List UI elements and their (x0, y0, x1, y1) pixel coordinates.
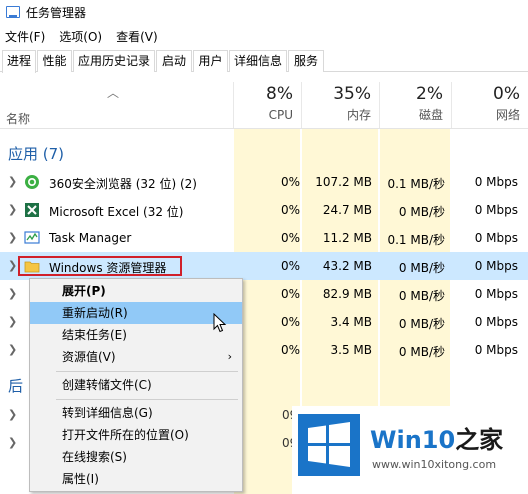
menu-item-goto-details[interactable]: 转到详细信息(G) (30, 402, 242, 424)
tab-processes[interactable]: 进程 (2, 50, 36, 73)
network-value: 0 Mbps (474, 343, 518, 357)
sort-up-icon[interactable]: ︿ (107, 84, 119, 101)
table-row[interactable]: ❯ 360安全浏览器 (32 位) (2) 0% 107.2 MB 0.1 MB… (0, 168, 528, 196)
memory-value: 43.2 MB (322, 259, 372, 273)
menu-bar: 文件(F) 选项(O) 查看(V) (0, 26, 172, 46)
menu-item-open-location[interactable]: 打开文件所在的位置(O) (30, 424, 242, 446)
process-name: Microsoft Excel (32 位) (49, 205, 184, 219)
network-value: 0 Mbps (474, 315, 518, 329)
disk-value: 0.1 MB/秒 (387, 233, 445, 247)
menu-separator (56, 371, 238, 372)
network-label: 网络 (495, 108, 520, 122)
network-value: 0 Mbps (474, 287, 518, 301)
task-manager-icon (24, 231, 40, 244)
cpu-value: 0% (280, 231, 300, 245)
menu-options[interactable]: 选项(O) (59, 28, 102, 45)
menu-file[interactable]: 文件(F) (5, 28, 45, 45)
network-value: 0 Mbps (474, 175, 518, 189)
disk-value: 0.1 MB/秒 (387, 177, 445, 191)
menu-view[interactable]: 查看(V) (116, 28, 158, 45)
tab-services[interactable]: 服务 (288, 50, 324, 72)
cpu-label: CPU (268, 108, 293, 122)
context-menu: 展开(P) 重新启动(R) 结束任务(E) 资源值(V) › 创建转储文件(C)… (29, 278, 243, 492)
menu-item-search-online[interactable]: 在线搜索(S) (30, 446, 242, 468)
tab-strip: 进程 性能 应用历史记录 启动 用户 详细信息 服务 (0, 50, 528, 73)
memory-value: 82.9 MB (322, 287, 372, 301)
chevron-right-icon[interactable]: ❯ (8, 408, 17, 421)
360-browser-icon (25, 175, 39, 189)
disk-value: 0 MB/秒 (398, 289, 445, 303)
memory-value: 3.5 MB (330, 343, 372, 357)
tab-performance[interactable]: 性能 (37, 50, 72, 72)
memory-value: 24.7 MB (322, 203, 372, 217)
network-value: 0 Mbps (474, 259, 518, 273)
chevron-right-icon[interactable]: ❯ (8, 343, 17, 356)
submenu-arrow-icon: › (227, 350, 232, 363)
mouse-cursor-icon (213, 313, 227, 333)
windows-logo-icon (298, 414, 360, 476)
disk-label: 磁盘 (418, 108, 443, 122)
cpu-value: 0% (280, 287, 300, 301)
tab-app-history[interactable]: 应用历史记录 (73, 50, 155, 72)
menu-item-restart[interactable]: 重新启动(R) (30, 302, 242, 324)
memory-value: 107.2 MB (315, 175, 372, 189)
column-header-network[interactable]: 0% 网络 (451, 82, 528, 128)
header-divider (0, 128, 528, 129)
watermark-url: www.win10xitong.com (372, 458, 497, 471)
menu-item-properties[interactable]: 属性(I) (30, 468, 242, 490)
chevron-right-icon[interactable]: ❯ (8, 231, 17, 244)
disk-value: 0 MB/秒 (398, 345, 445, 359)
cpu-value: 0% (280, 175, 300, 189)
process-name: Task Manager (49, 231, 132, 245)
chevron-right-icon[interactable]: ❯ (8, 259, 17, 272)
menu-separator (56, 399, 238, 400)
disk-value: 0 MB/秒 (398, 317, 445, 331)
menu-item-expand[interactable]: 展开(P) (30, 280, 242, 302)
process-name: 360安全浏览器 (32 位) (2) (49, 177, 197, 191)
watermark-logo: Win10之家 www.win10xitong.com (292, 406, 528, 494)
cpu-value: 0% (280, 203, 300, 217)
disk-value: 0 MB/秒 (398, 261, 445, 275)
menu-item-create-dump[interactable]: 创建转储文件(C) (30, 374, 242, 396)
chevron-right-icon[interactable]: ❯ (8, 436, 17, 449)
disk-value: 0 MB/秒 (398, 205, 445, 219)
menu-item-end-task[interactable]: 结束任务(E) (30, 324, 242, 346)
column-header-memory[interactable]: 35% 内存 (301, 82, 379, 128)
column-header-disk[interactable]: 2% 磁盘 (379, 82, 451, 128)
menu-item-label: 资源值(V) (62, 350, 116, 364)
tab-details[interactable]: 详细信息 (229, 50, 287, 72)
memory-total: 35% (333, 84, 371, 104)
highlight-box (18, 256, 182, 276)
cpu-total: 8% (266, 84, 293, 104)
task-manager-app-icon (6, 6, 20, 18)
menu-item-resource-values[interactable]: 资源值(V) › (30, 346, 242, 368)
window-title: 任务管理器 (26, 5, 87, 20)
memory-label: 内存 (346, 108, 371, 122)
chevron-right-icon[interactable]: ❯ (8, 287, 17, 300)
chevron-right-icon[interactable]: ❯ (8, 203, 17, 216)
cpu-value: 0% (280, 343, 300, 357)
excel-icon (25, 203, 39, 217)
memory-value: 3.4 MB (330, 315, 372, 329)
network-value: 0 Mbps (474, 231, 518, 245)
memory-value: 11.2 MB (322, 231, 372, 245)
disk-total: 2% (416, 84, 443, 104)
tab-startup[interactable]: 启动 (156, 50, 192, 72)
table-row[interactable]: ❯ Microsoft Excel (32 位) 0% 24.7 MB 0 MB… (0, 196, 528, 224)
network-total: 0% (493, 84, 520, 104)
column-header-name[interactable]: 名称 (6, 110, 30, 127)
title-bar: 任务管理器 (0, 0, 528, 24)
cpu-value: 0% (280, 259, 300, 273)
tab-users[interactable]: 用户 (193, 50, 228, 72)
network-value: 0 Mbps (474, 203, 518, 217)
table-row[interactable]: ❯ Task Manager 0% 11.2 MB 0.1 MB/秒 0 Mbp… (0, 224, 528, 252)
watermark-brand: Win10之家 (370, 426, 504, 454)
chevron-right-icon[interactable]: ❯ (8, 315, 17, 328)
column-header-cpu[interactable]: 8% CPU (233, 82, 301, 128)
cpu-value: 0% (280, 315, 300, 329)
group-background: 后 (8, 377, 24, 395)
chevron-right-icon[interactable]: ❯ (8, 175, 17, 188)
group-apps: 应用 (7) (8, 145, 65, 163)
